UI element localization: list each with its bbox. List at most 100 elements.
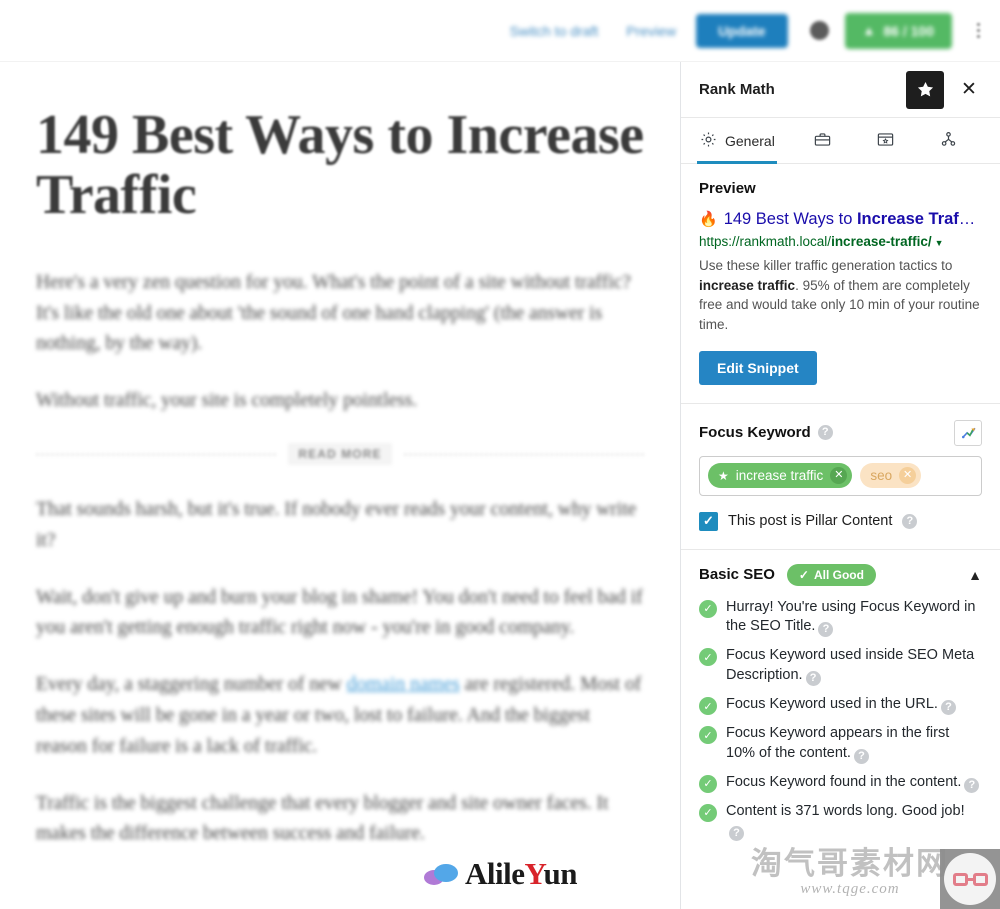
check-label: Focus Keyword used in the URL. — [726, 696, 938, 713]
paragraph-block[interactable]: Here's a very zen question for you. What… — [36, 268, 644, 360]
rank-math-sidebar: Rank Math ✕ General Preview 🔥 149 Best W… — [680, 62, 1000, 909]
social-share-icon — [939, 130, 958, 152]
tab-social[interactable] — [917, 118, 980, 163]
check-icon: ✓ — [699, 648, 717, 667]
tab-general-label: General — [725, 132, 775, 149]
keyword-chip-secondary[interactable]: seo ✕ — [860, 463, 922, 489]
snippet-title[interactable]: 🔥 149 Best Ways to Increase Traf… — [699, 209, 982, 230]
read-more-rule-left — [36, 453, 277, 455]
paragraph-block[interactable]: Without traffic, your site is completely… — [36, 386, 644, 417]
check-icon: ✓ — [699, 803, 717, 822]
basic-seo-header[interactable]: Basic SEO ✓ All Good ▲ — [681, 550, 1000, 592]
focus-keyword-section: Focus Keyword ? ★ increase traffic ✕ seo… — [681, 404, 1000, 550]
snippet-preview-section: Preview 🔥 149 Best Ways to Increase Traf… — [681, 164, 1000, 404]
list-item: ✓ Focus Keyword found in the content.? — [699, 773, 982, 793]
caret-down-icon[interactable]: ▼ — [935, 238, 944, 248]
help-icon[interactable]: ? — [729, 826, 744, 842]
snippet-url[interactable]: https://rankmath.local/increase-traffic/… — [699, 233, 982, 252]
preview-heading: Preview — [699, 180, 756, 197]
check-label: Content is 371 words long. Good job! — [726, 802, 965, 819]
pillar-content-label: This post is Pillar Content — [728, 513, 893, 530]
check-icon: ✓ — [699, 697, 717, 716]
status-badge: ✓ All Good — [786, 563, 876, 586]
star-icon: ★ — [718, 468, 729, 483]
pillar-content-row[interactable]: ✓ This post is Pillar Content ? — [699, 511, 982, 531]
tab-schema[interactable] — [854, 118, 917, 163]
sidebar-header: Rank Math ✕ — [681, 62, 1000, 118]
sidebar-title: Rank Math — [699, 81, 775, 98]
seo-score-button[interactable]: ▲ 86 / 100 — [844, 12, 952, 49]
focus-keyword-header: Focus Keyword ? — [699, 419, 982, 446]
status-badge-label: All Good — [813, 567, 864, 582]
gear-icon — [699, 130, 718, 152]
keyword-chip-label: increase traffic — [735, 468, 824, 484]
paragraph-block[interactable]: That sounds harsh, but it's true. If nob… — [36, 495, 644, 557]
help-icon[interactable]: ? — [817, 425, 833, 441]
check-icon: ✓ — [699, 599, 717, 618]
domain-names-link[interactable]: domain names — [347, 674, 460, 695]
tab-advanced[interactable] — [791, 118, 854, 163]
star-icon[interactable] — [906, 70, 944, 109]
update-button[interactable]: Update — [696, 13, 788, 48]
settings-dot-icon[interactable] — [809, 21, 829, 40]
trending-up-icon[interactable] — [954, 419, 982, 446]
page-title[interactable]: 149 Best Ways to Increase Traffic — [36, 105, 644, 226]
seo-score-value: 86 / 100 — [883, 22, 934, 39]
switch-to-draft-button[interactable]: Switch to draft — [496, 23, 613, 39]
snippet-title-bold: Increase Traf — [856, 210, 959, 228]
paragraph-block[interactable]: Traffic is the biggest challenge that ev… — [36, 789, 644, 851]
remove-icon[interactable]: ✕ — [899, 467, 917, 485]
help-icon[interactable]: ? — [940, 700, 956, 716]
keyword-chip-primary[interactable]: ★ increase traffic ✕ — [708, 463, 853, 489]
list-item: ✓ Focus Keyword appears in the first 10%… — [699, 724, 982, 764]
basic-seo-heading: Basic SEO — [699, 566, 775, 584]
tab-general[interactable]: General — [697, 118, 791, 164]
snippet-desc-part1: Use these killer traffic generation tact… — [699, 258, 953, 274]
paragraph-block-with-link[interactable]: Every day, a staggering number of new do… — [36, 670, 644, 762]
post-editor-canvas[interactable]: 149 Best Ways to Increase Traffic Here's… — [0, 62, 680, 909]
help-icon[interactable]: ? — [902, 513, 918, 529]
focus-keyword-input[interactable]: ★ increase traffic ✕ seo ✕ — [699, 455, 982, 496]
help-icon[interactable]: ? — [818, 622, 834, 638]
close-icon[interactable]: ✕ — [952, 73, 986, 107]
tab-active-indicator — [697, 161, 777, 164]
read-more-block[interactable]: READ MORE — [36, 443, 644, 465]
check-label: Hurray! You're using Focus Keyword in th… — [726, 598, 976, 635]
focus-keyword-heading: Focus Keyword — [699, 424, 811, 442]
list-item: ✓ Focus Keyword used in the URL.? — [699, 695, 982, 716]
list-item: ✓ Hurray! You're using Focus Keyword in … — [699, 598, 982, 638]
check-label: Focus Keyword found in the content. — [726, 773, 962, 790]
link-para-before: Every day, a staggering number of new — [36, 674, 347, 696]
snippet-description[interactable]: Use these killer traffic generation tact… — [699, 256, 982, 334]
check-icon: ✓ — [699, 774, 717, 793]
rank-math-editor-screen: Switch to draft Preview Update ▲ 86 / 10… — [0, 0, 1000, 909]
pillar-content-checkbox[interactable]: ✓ — [699, 511, 718, 531]
read-more-label: READ MORE — [288, 443, 392, 465]
fire-icon: 🔥 — [699, 211, 718, 228]
paragraph-block[interactable]: Wait, don't give up and burn your blog i… — [36, 583, 644, 645]
basic-seo-section: Basic SEO ✓ All Good ▲ ✓ Hurray! You're … — [681, 550, 1000, 861]
snippet-title-plain: 149 Best Ways to — [723, 210, 857, 228]
read-more-rule-right — [403, 453, 644, 455]
trophy-icon: ▲ — [862, 23, 876, 38]
snippet-title-ellipsis: … — [958, 210, 976, 228]
remove-icon[interactable]: ✕ — [830, 467, 848, 485]
snippet-url-base: https://rankmath.local/ — [699, 234, 832, 250]
edit-snippet-button[interactable]: Edit Snippet — [699, 350, 817, 385]
check-icon: ✓ — [699, 726, 717, 745]
basic-seo-checklist: ✓ Hurray! You're using Focus Keyword in … — [681, 592, 1000, 861]
chevron-up-icon[interactable]: ▲ — [968, 567, 982, 583]
check-label: Focus Keyword appears in the first 10% o… — [726, 725, 950, 761]
schema-window-icon — [876, 130, 895, 152]
check-icon: ✓ — [798, 567, 809, 582]
briefcase-icon — [813, 130, 832, 152]
help-icon[interactable]: ? — [964, 777, 980, 793]
keyword-chip-label: seo — [870, 468, 893, 484]
check-label: Focus Keyword used inside SEO Meta Descr… — [726, 647, 975, 684]
help-icon[interactable]: ? — [805, 671, 821, 687]
preview-button[interactable]: Preview — [612, 23, 690, 39]
kebab-menu-icon[interactable] — [966, 23, 990, 38]
help-icon[interactable]: ? — [853, 748, 869, 764]
snippet-desc-bold: increase traffic — [699, 277, 796, 293]
sidebar-tabs: General — [681, 118, 1000, 164]
